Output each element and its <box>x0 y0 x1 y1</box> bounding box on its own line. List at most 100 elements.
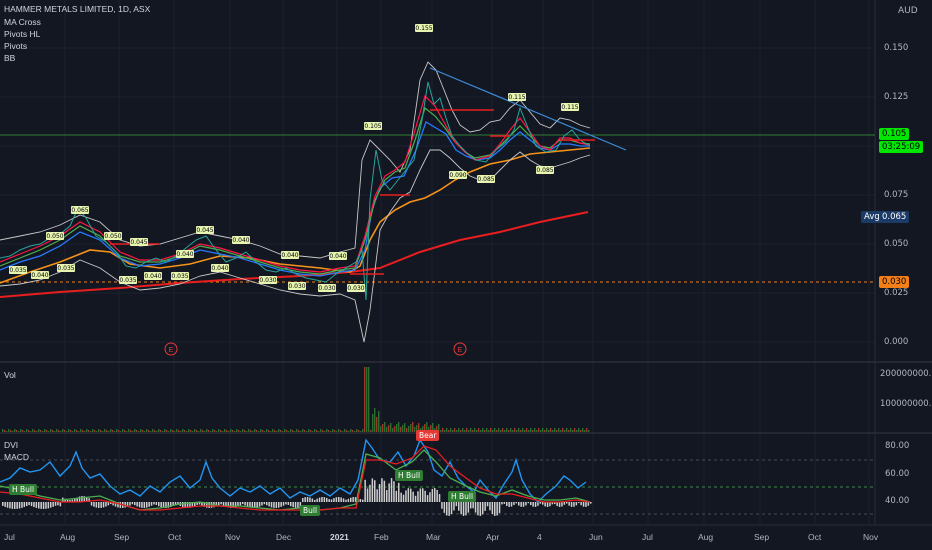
pivot-label: 0.085 <box>477 176 494 183</box>
macd-hist-bar <box>465 502 467 516</box>
volume-bar <box>490 428 492 432</box>
indicator-bb[interactable]: BB <box>4 53 15 64</box>
trading-chart[interactable]: 0.155 0.115 0.115 0.105 0.065 0.050 0.050 0.045… <box>0 0 932 550</box>
y-tick: 0.025 <box>884 288 909 298</box>
volume-bar <box>130 430 132 432</box>
macd-hist-bar <box>278 502 280 508</box>
volume-bar <box>16 430 18 432</box>
h-bull-annotation: H Bull <box>448 491 477 502</box>
macd-hist-bar <box>26 502 28 507</box>
volume-bar <box>554 428 556 432</box>
volume-bar <box>516 430 518 432</box>
macd-hist-bar <box>134 502 136 506</box>
volume-bar <box>394 426 396 432</box>
macd-hist-bar <box>131 502 134 505</box>
macd-hist-bar <box>220 502 222 505</box>
pivot-label: 0.105 <box>364 123 381 130</box>
volume-bar <box>158 429 160 432</box>
volume-bar <box>258 431 260 432</box>
volume-bar <box>586 428 588 432</box>
macd-hist-bar <box>182 502 184 508</box>
macd-label[interactable]: MACD <box>4 452 29 463</box>
volume-bar <box>508 430 510 432</box>
volume-bar <box>350 429 352 432</box>
volume-bar <box>2 429 4 432</box>
macd-hist-bar <box>352 497 354 502</box>
volume-bar <box>128 429 130 432</box>
indicator-pivots[interactable]: Pivots <box>4 41 27 52</box>
volume-bar <box>138 431 140 432</box>
macd-hist-bar <box>590 502 592 504</box>
volume-bar <box>470 428 472 432</box>
price-chart[interactable]: 0.155 0.115 0.115 0.105 0.065 0.050 0.050 0.045… <box>0 0 932 550</box>
dvi-label[interactable]: DVI <box>4 440 18 451</box>
macd-hist-bar <box>54 502 57 506</box>
macd-hist-bar <box>448 502 450 516</box>
macd-hist-bar <box>496 502 498 516</box>
macd-hist-bar <box>443 502 446 513</box>
macd-hist-bar <box>316 498 318 502</box>
volume-bar <box>104 429 106 432</box>
volume-bar <box>82 430 84 432</box>
volume-bar <box>288 431 290 432</box>
volume-bar <box>318 431 320 432</box>
volume-bar <box>186 431 188 432</box>
pivot-label: 0.030 <box>259 277 276 284</box>
volume-bar <box>188 429 190 432</box>
volume-bar <box>156 431 158 432</box>
volume-bar <box>464 430 466 432</box>
indicator-pivots-hl[interactable]: Pivots HL <box>4 29 40 40</box>
macd-hist-bar <box>484 502 486 511</box>
macd-hist-bar <box>520 502 522 507</box>
earnings-marker[interactable]: E <box>453 342 467 356</box>
time-axis-label: Apr <box>486 532 500 542</box>
macd-hist-bar <box>479 502 482 516</box>
volume-bar <box>162 431 164 432</box>
time-axis-label: Sep <box>114 532 130 542</box>
macd-hist-bar <box>429 492 431 502</box>
time-axis-label: Oct <box>808 532 822 542</box>
time-axis-label: Nov <box>863 532 879 542</box>
macd-hist-bar <box>359 499 362 502</box>
volume-bar <box>578 428 580 432</box>
pivot-label: 0.040 <box>31 272 48 279</box>
macd-hist-bar <box>371 478 374 502</box>
volume-bar <box>194 429 196 432</box>
volume-bar <box>218 429 220 432</box>
macd-hist-bar <box>525 502 527 506</box>
volume-bar <box>240 431 242 432</box>
volume-bar <box>274 430 276 432</box>
macd-hist-bar <box>304 497 306 502</box>
volume-bar <box>368 367 370 432</box>
volume-bar <box>348 431 350 432</box>
macd-hist-bar <box>282 502 285 506</box>
volume-bar <box>336 431 338 432</box>
volume-bar <box>172 430 174 432</box>
pivot-label: 0.045 <box>196 227 213 234</box>
macd-hist-bar <box>424 490 426 502</box>
volume-bar <box>6 431 8 432</box>
volume-bar <box>102 431 104 432</box>
indicator-ma-cross[interactable]: MA Cross <box>4 17 41 28</box>
macd-hist-bar <box>119 502 122 508</box>
volume-bar <box>182 429 184 432</box>
macd-hist-bar <box>414 495 417 502</box>
volume-bar <box>168 431 170 432</box>
earnings-marker[interactable]: E <box>164 342 178 356</box>
chart-title[interactable]: HAMMER METALS LIMITED, 1D, ASX <box>4 4 150 15</box>
volume-bar <box>184 430 186 432</box>
macd-hist-bar <box>318 497 321 502</box>
pivot-label: 0.035 <box>171 273 188 280</box>
volume-bar <box>14 429 16 432</box>
volume-bar <box>118 430 120 432</box>
volume-bar <box>346 430 348 432</box>
macd-hist-bar <box>393 481 395 502</box>
volume-label[interactable]: Vol <box>4 370 16 381</box>
macd-hist-bar <box>518 502 520 506</box>
volume-bar <box>518 428 520 432</box>
volume-bar <box>252 431 254 432</box>
volume-bar <box>92 429 94 432</box>
macd-hist-bar <box>148 502 150 507</box>
macd-hist-bar <box>383 480 386 502</box>
volume-bar <box>540 430 542 432</box>
